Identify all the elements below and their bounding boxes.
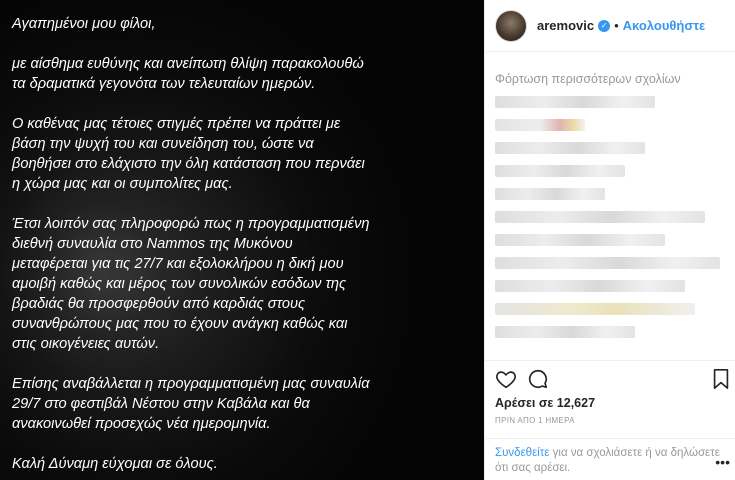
bookmark-icon[interactable] — [711, 368, 735, 392]
load-more-comments-link[interactable]: Φόρτωση περισσότερων σχολίων — [495, 72, 681, 86]
comment-item — [495, 280, 685, 292]
comment-item — [495, 234, 665, 246]
post-time[interactable]: ΠΡΙΝ ΑΠΟ 1 ΗΜΕΡΑ — [495, 416, 575, 425]
likes-count[interactable]: Αρέσει σε 12,627 — [495, 396, 595, 410]
login-prompt: Συνδεθείτε για να σχολιάσετε ή να δηλώσε… — [485, 438, 735, 480]
comment-item — [495, 142, 645, 154]
comment-item — [495, 303, 695, 315]
avatar[interactable] — [495, 9, 527, 42]
login-link[interactable]: Συνδεθείτε — [495, 447, 549, 459]
action-bar — [485, 360, 735, 390]
post-paragraph: Έτσι λοιπόν σας πληροφορώ πως η προγραμμ… — [12, 216, 370, 352]
follow-button[interactable]: Ακολουθήστε — [623, 18, 706, 33]
post-header: aremovic ✓ • Ακολουθήστε — [485, 0, 735, 52]
post-text: Αγαπημένοι μου φίλοι, με αίσθημα ευθύνης… — [12, 14, 472, 480]
username[interactable]: aremovic — [537, 18, 594, 33]
post-sidebar: aremovic ✓ • Ακολουθήστε Φόρτωση περισσό… — [484, 0, 735, 480]
verified-badge-icon: ✓ — [598, 19, 611, 32]
post-paragraph: με αίσθημα ευθύνης και ανείπωτη θλίψη πα… — [12, 56, 364, 92]
comment-item — [495, 119, 585, 131]
heart-icon[interactable] — [495, 368, 519, 392]
post-paragraph: Ο καθένας μας τέτοιες στιγμές πρέπει να … — [12, 116, 365, 192]
comment-item — [495, 211, 705, 223]
comments-list — [495, 96, 725, 349]
comment-item — [495, 96, 655, 108]
comment-icon[interactable] — [527, 368, 551, 392]
comment-item — [495, 257, 720, 269]
post-paragraph: Αγαπημένοι μου φίλοι, — [12, 16, 156, 32]
comment-item — [495, 188, 605, 200]
post-paragraph: Καλή Δύναμη εύχομαι σε όλους. — [12, 456, 218, 472]
comment-item — [495, 165, 625, 177]
comment-item — [495, 326, 635, 338]
post-paragraph: Επίσης αναβάλλεται η προγραμματισμένη μα… — [12, 376, 370, 432]
separator-dot: • — [614, 18, 619, 33]
post-image: Αγαπημένοι μου φίλοι, με αίσθημα ευθύνης… — [0, 0, 484, 480]
more-dots-icon[interactable]: ••• — [715, 455, 730, 470]
